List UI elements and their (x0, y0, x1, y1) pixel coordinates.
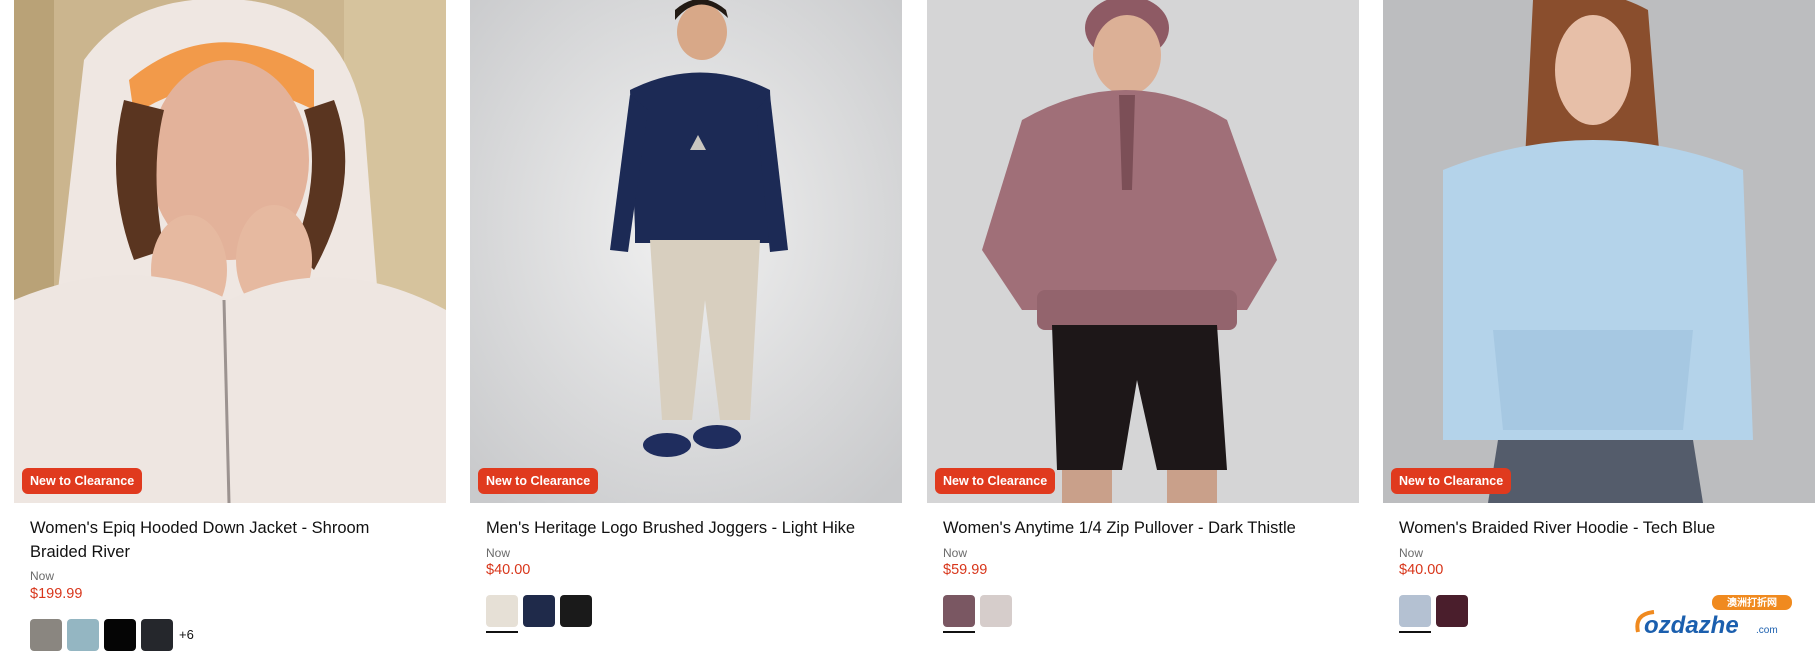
color-swatches-3 (943, 595, 1012, 633)
product-title-3[interactable]: Women's Anytime 1/4 Zip Pullover - Dark … (943, 516, 1343, 540)
product-title-2[interactable]: Men's Heritage Logo Brushed Joggers - Li… (486, 516, 886, 540)
new-to-clearance-badge-3: New to Clearance (935, 468, 1056, 494)
product-photo-1 (14, 0, 446, 503)
svg-text:澳洲打折网: 澳洲打折网 (1727, 596, 1777, 609)
product-card-1[interactable]: New to Clearance Women's Epiq Hooded Dow… (14, 0, 446, 652)
color-swatch[interactable] (1399, 595, 1431, 633)
color-swatch[interactable] (980, 595, 1012, 627)
new-to-clearance-badge-4: New to Clearance (1391, 468, 1512, 494)
color-swatches-1: +6 (30, 619, 194, 651)
product-price-1: $199.99 (30, 586, 83, 602)
color-swatches-2 (486, 595, 592, 633)
color-swatch[interactable] (67, 619, 99, 651)
price-label-1: Now (30, 569, 55, 583)
color-swatch[interactable] (523, 595, 555, 627)
product-title-1[interactable]: Women's Epiq Hooded Down Jacket - Shroom… (30, 516, 430, 564)
price-label-2: Now (486, 546, 511, 560)
new-to-clearance-badge-2: New to Clearance (478, 468, 599, 494)
product-price-3: $59.99 (943, 562, 988, 578)
color-swatch[interactable] (486, 595, 518, 633)
svg-text:.com: .com (1756, 625, 1778, 636)
product-photo-4 (1383, 0, 1815, 503)
product-price-4: $40.00 (1399, 562, 1444, 578)
svg-text:ozdazhe: ozdazhe (1644, 612, 1739, 639)
ozdazhe-watermark-logo: 澳洲打折网 ozdazhe .com (1632, 592, 1802, 642)
color-swatch[interactable] (560, 595, 592, 627)
product-photo-3 (927, 0, 1359, 503)
product-photo-2 (470, 0, 902, 503)
product-image-3[interactable]: New to Clearance (927, 0, 1359, 503)
color-swatch[interactable] (1436, 595, 1468, 627)
product-image-1[interactable]: New to Clearance (14, 0, 446, 503)
more-colors-count[interactable]: +6 (179, 619, 194, 651)
product-card-3[interactable]: New to Clearance Women's Anytime 1/4 Zip… (927, 0, 1359, 652)
product-grid: New to Clearance Women's Epiq Hooded Dow… (0, 0, 1818, 652)
color-swatch[interactable] (30, 619, 62, 651)
color-swatch[interactable] (943, 595, 975, 633)
product-card-2[interactable]: New to Clearance Men's Heritage Logo Bru… (470, 0, 902, 652)
product-price-2: $40.00 (486, 562, 531, 578)
product-title-4[interactable]: Women's Braided River Hoodie - Tech Blue (1399, 516, 1799, 540)
color-swatch[interactable] (141, 619, 173, 651)
price-label-4: Now (1399, 546, 1424, 560)
product-image-4[interactable]: New to Clearance (1383, 0, 1815, 503)
product-card-4[interactable]: New to Clearance Women's Braided River H… (1383, 0, 1815, 652)
price-label-3: Now (943, 546, 968, 560)
color-swatch[interactable] (104, 619, 136, 651)
color-swatches-4 (1399, 595, 1468, 633)
ozdazhe-logo-icon: 澳洲打折网 ozdazhe .com (1635, 595, 1792, 639)
new-to-clearance-badge-1: New to Clearance (22, 468, 143, 494)
product-image-2[interactable]: New to Clearance (470, 0, 902, 503)
